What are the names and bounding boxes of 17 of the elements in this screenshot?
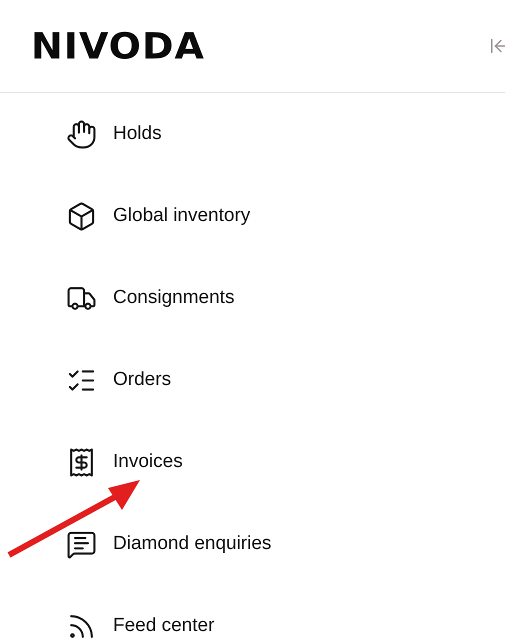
box-icon	[66, 200, 97, 232]
sidebar-item[interactable]: Invoices	[0, 421, 505, 503]
sidebar-item[interactable]: Feed center	[0, 585, 505, 639]
sidebar-item-label: Orders	[113, 369, 172, 391]
sidebar-item[interactable]: Diamond enquiries	[0, 503, 505, 585]
sidebar-item-label: Diamond enquiries	[113, 533, 272, 555]
sidebar-item[interactable]: Orders	[0, 339, 505, 421]
sidebar-item[interactable]: Consignments	[0, 257, 505, 339]
sidebar-item-label: Invoices	[113, 451, 183, 473]
hand-icon	[66, 118, 97, 150]
sidebar-item-label: Consignments	[113, 287, 234, 309]
sidebar-item-label: Feed center	[113, 615, 214, 637]
sidebar-item-label: Global inventory	[113, 205, 250, 227]
sidebar-item-label: Holds	[113, 123, 162, 145]
sidebar-item[interactable]: Global inventory	[0, 175, 505, 257]
logo: NIVODA	[31, 28, 205, 64]
sidebar-item[interactable]: Holds	[0, 93, 505, 175]
